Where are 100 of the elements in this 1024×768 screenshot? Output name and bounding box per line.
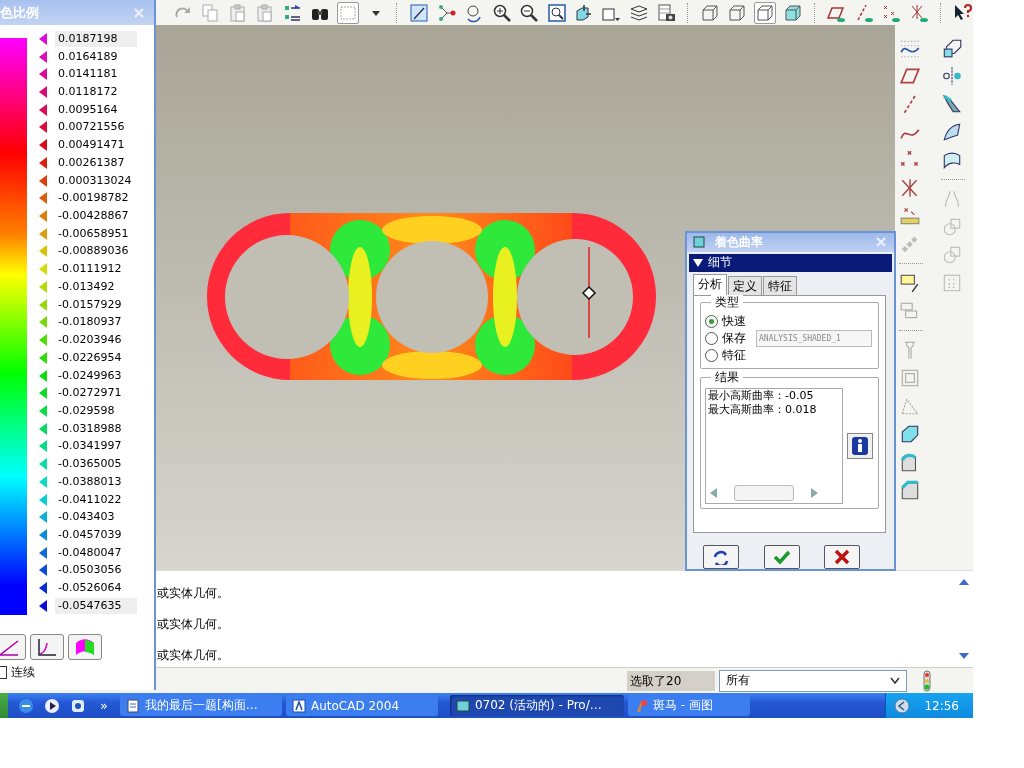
scale-value: -0.0457039 bbox=[57, 527, 123, 543]
sketch-icon[interactable] bbox=[409, 2, 430, 23]
group-title: 结果 bbox=[711, 369, 743, 384]
scale-value: -0.029598 bbox=[57, 402, 116, 419]
scale-value: -0.00198782 bbox=[57, 190, 130, 207]
radio-option[interactable]: 特征 bbox=[705, 346, 746, 364]
selection-box-toggle[interactable] bbox=[336, 1, 359, 24]
pointer-icon[interactable] bbox=[39, 68, 47, 81]
layers-icon[interactable] bbox=[628, 2, 649, 23]
pointer-icon[interactable] bbox=[39, 121, 47, 134]
message-line: 或实体几何。 bbox=[157, 616, 230, 632]
pointer-icon[interactable] bbox=[39, 599, 47, 612]
scale-value: -0.0318988 bbox=[57, 420, 123, 437]
pointer-icon[interactable] bbox=[39, 32, 47, 45]
draft-icon[interactable] bbox=[899, 423, 921, 445]
note-arrow-icon[interactable] bbox=[899, 272, 921, 294]
list-icon[interactable] bbox=[282, 2, 303, 23]
scale-value: -0.0157929 bbox=[57, 296, 123, 313]
dot-grid-icon[interactable] bbox=[941, 272, 963, 294]
scale-value: -0.0203946 bbox=[57, 332, 123, 349]
clock: 12:56 bbox=[924, 698, 959, 713]
scale-value: 0.000313024 bbox=[57, 172, 133, 189]
revolve-icon[interactable] bbox=[941, 65, 963, 87]
pointer-icon[interactable] bbox=[39, 50, 47, 63]
sweep-icon[interactable] bbox=[941, 93, 963, 115]
slope-icon[interactable] bbox=[0, 637, 20, 657]
result-line: 最小高斯曲率：-0.05 bbox=[707, 388, 815, 403]
radio-option[interactable]: 保存 bbox=[705, 329, 746, 347]
start-button[interactable] bbox=[0, 693, 8, 718]
help-pointer-icon[interactable] bbox=[952, 2, 973, 23]
scale-value: -0.0388013 bbox=[57, 473, 123, 490]
scale-value: -0.0226954 bbox=[57, 349, 123, 366]
checkmark-icon bbox=[771, 549, 792, 565]
wireframe-cube-toggle[interactable] bbox=[754, 1, 777, 24]
scale-value: -0.0249963 bbox=[57, 367, 123, 384]
scale-value: -0.00428867 bbox=[57, 208, 130, 225]
pointer-icon[interactable] bbox=[39, 86, 47, 98]
zoom-in-icon[interactable] bbox=[491, 2, 512, 23]
scale-value: -0.043403 bbox=[57, 509, 116, 526]
chevron-down-icon bbox=[890, 676, 900, 685]
selection-count: 选取了20 bbox=[627, 670, 715, 691]
cross-icon bbox=[832, 549, 852, 565]
more-button[interactable]: » bbox=[100, 698, 108, 713]
pointer-icon[interactable] bbox=[39, 564, 47, 577]
taskbar-button[interactable]: 我的最后一题[构面… bbox=[119, 695, 282, 716]
extrude-icon[interactable] bbox=[941, 37, 963, 59]
table-camera-icon[interactable] bbox=[656, 2, 677, 23]
curve-graph-icon[interactable] bbox=[36, 637, 58, 657]
tab[interactable]: 分析 bbox=[693, 273, 727, 295]
scale-value: -0.00658951 bbox=[57, 225, 130, 242]
scroll-down-icon[interactable] bbox=[958, 651, 970, 661]
scroll-up-icon[interactable] bbox=[958, 577, 970, 587]
pointer-icon[interactable] bbox=[39, 156, 47, 169]
pointer-icon[interactable] bbox=[39, 582, 47, 595]
pointer-icon[interactable] bbox=[39, 139, 47, 152]
scroll-thumb[interactable] bbox=[734, 484, 794, 501]
play-icon[interactable] bbox=[44, 697, 60, 714]
caret-icon bbox=[693, 258, 703, 267]
info-button[interactable] bbox=[847, 432, 873, 459]
wireframe-cube-icon[interactable] bbox=[727, 2, 748, 23]
message-line: 或实体几何。 bbox=[157, 585, 230, 601]
tab[interactable]: 定义 bbox=[728, 275, 762, 295]
refresh-button[interactable] bbox=[703, 545, 739, 569]
scale-value: 0.00491471 bbox=[57, 137, 126, 154]
window-icon bbox=[693, 236, 705, 249]
radio-option[interactable]: 快速 bbox=[705, 312, 746, 330]
pointer-icon[interactable] bbox=[39, 103, 47, 116]
wireframe-cube-icon[interactable] bbox=[699, 2, 720, 23]
cancel-button[interactable] bbox=[824, 545, 860, 569]
pointer-icon[interactable] bbox=[39, 174, 47, 187]
taskbar-button[interactable]: 0702 (活动的) - Pro/… bbox=[449, 695, 624, 716]
section-header[interactable]: 细节 bbox=[689, 253, 892, 272]
filter-dropdown[interactable]: 所有 bbox=[719, 669, 907, 692]
hatched-ground-icon[interactable] bbox=[899, 205, 921, 227]
cube-arrow-icon[interactable] bbox=[574, 2, 594, 23]
app-icon[interactable] bbox=[70, 697, 86, 714]
surface-patch-icon[interactable] bbox=[941, 121, 963, 143]
chamfer-icon[interactable] bbox=[899, 479, 921, 501]
ok-button[interactable] bbox=[763, 545, 800, 569]
scale-value: -0.0111912 bbox=[57, 261, 123, 278]
taskbar-button[interactable]: AutoCAD 2004 bbox=[285, 695, 438, 716]
framed-letter-icon bbox=[291, 698, 306, 713]
shaded-surface-icon[interactable] bbox=[74, 637, 96, 657]
zoom-box-icon[interactable] bbox=[546, 2, 567, 23]
scale-value: 0.0095164 bbox=[57, 101, 119, 118]
refresh-icon bbox=[711, 549, 731, 565]
scale-value: 0.00721556 bbox=[57, 119, 126, 136]
taskbar-button[interactable]: 斑马 - 画图 bbox=[627, 695, 750, 716]
zoom-out-icon[interactable] bbox=[519, 2, 540, 23]
scale-value: -0.0341997 bbox=[57, 438, 123, 455]
value-field[interactable]: 0.0187198 bbox=[55, 30, 137, 47]
tab[interactable]: 特征 bbox=[763, 275, 797, 295]
pointer-icon[interactable] bbox=[39, 546, 47, 559]
message-line: 或实体几何。 bbox=[157, 647, 230, 663]
value-field[interactable]: -0.0547635 bbox=[55, 597, 137, 614]
scale-value: 0.0164189 bbox=[57, 48, 119, 65]
traffic-light-icon[interactable] bbox=[921, 669, 933, 692]
scale-value: -0.013492 bbox=[57, 278, 116, 295]
node-tree-icon[interactable] bbox=[436, 2, 457, 23]
shaded-cube-icon[interactable] bbox=[782, 2, 803, 23]
